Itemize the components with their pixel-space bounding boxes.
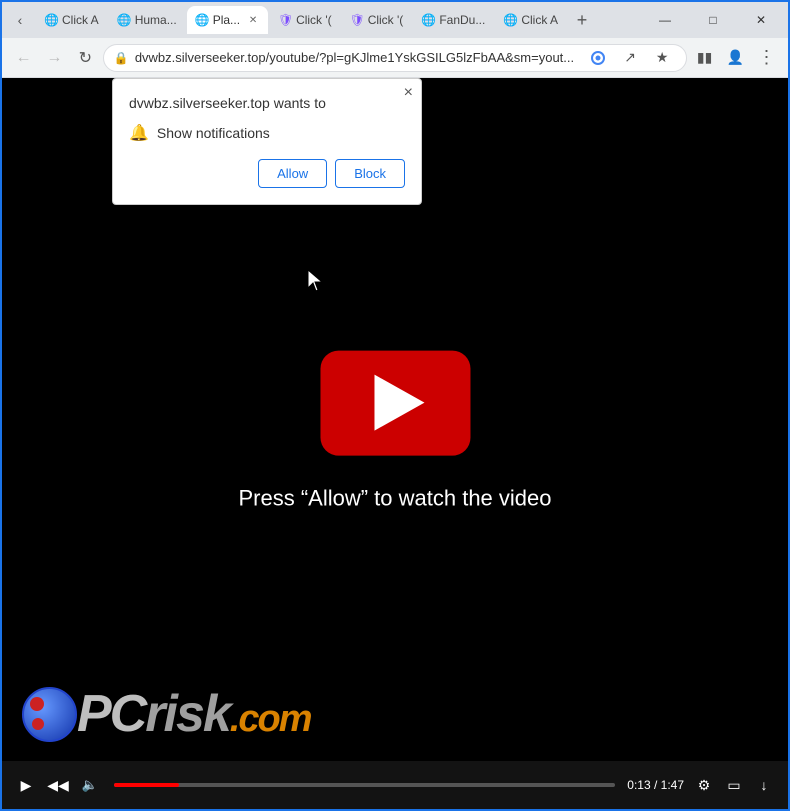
tab-6[interactable]: 🌐 FanDu... (413, 6, 493, 34)
close-button[interactable]: ✕ (738, 2, 784, 38)
tab2-label: Huma... (135, 13, 177, 27)
tab-7[interactable]: 🌐 Click A (495, 6, 566, 34)
tab7-favicon: 🌐 (503, 13, 517, 27)
settings-button[interactable]: ⚙ (692, 773, 716, 797)
tab4-label: Click '( (296, 13, 332, 27)
permission-text: Show notifications (157, 125, 270, 141)
watermark: PCrisk.com (2, 674, 788, 754)
time-total: 1:47 (661, 778, 684, 792)
lock-icon: 🔒 (114, 51, 129, 65)
tab1-label: Click A (62, 13, 99, 27)
google-lens-button[interactable] (584, 44, 612, 72)
tab1-favicon: 🌐 (44, 13, 58, 27)
download-button[interactable]: ↓ (752, 773, 776, 797)
time-display: 0:13 / 1:47 (627, 778, 684, 792)
tab5-label: Click '( (368, 13, 404, 27)
tab-1[interactable]: 🌐 Click A (36, 6, 107, 34)
maximize-button[interactable]: □ (690, 2, 736, 38)
extensions-button[interactable]: ▮▮ (691, 44, 718, 72)
tab-4[interactable]: 🛡 Click '( (270, 6, 340, 34)
forward-button[interactable]: → (41, 44, 68, 72)
skip-next-button[interactable]: ◀◀ (46, 773, 70, 797)
tab-3[interactable]: 🌐 Pla... ✕ (187, 6, 268, 34)
video-center: Press “Allow” to watch the video (238, 350, 551, 511)
popup-title: dvwbz.silverseeker.top wants to (129, 95, 405, 111)
tab2-favicon: 🌐 (117, 13, 131, 27)
tab6-favicon: 🌐 (421, 13, 435, 27)
address-actions: ↗ ★ (584, 44, 676, 72)
window-controls: — □ ✕ (642, 2, 784, 38)
youtube-play-button[interactable] (320, 350, 470, 455)
bookmark-button[interactable]: ★ (648, 44, 676, 72)
play-triangle-icon (374, 375, 424, 431)
progress-bar[interactable] (114, 783, 615, 787)
popup-permission: 🔔 Show notifications (129, 123, 405, 143)
tab3-favicon: 🌐 (195, 13, 209, 27)
mouse-cursor (308, 270, 324, 297)
bell-icon: 🔔 (129, 123, 149, 143)
allow-button[interactable]: Allow (258, 159, 327, 188)
time-current: 0:13 (627, 778, 650, 792)
tab3-close[interactable]: ✕ (246, 13, 260, 27)
title-bar: ‹ 🌐 Click A 🌐 Huma... 🌐 Pla... ✕ 🛡 Click… (2, 2, 788, 38)
volume-button[interactable]: 🔈 (78, 773, 102, 797)
tab5-favicon: 🛡 (350, 13, 364, 27)
reload-button[interactable]: ↻ (72, 44, 99, 72)
time-separator: / (654, 778, 661, 792)
content-area: × dvwbz.silverseeker.top wants to 🔔 Show… (2, 78, 788, 809)
address-text: dvwbz.silverseeker.top/youtube/?pl=gKJlm… (135, 50, 574, 65)
tab-5[interactable]: 🛡 Click '( (342, 6, 412, 34)
minimize-button[interactable]: — (642, 2, 688, 38)
back-button[interactable]: ← (10, 44, 37, 72)
popup-buttons: Allow Block (129, 159, 405, 188)
notification-popup: × dvwbz.silverseeker.top wants to 🔔 Show… (112, 78, 422, 205)
video-controls: ▶ ◀◀ 🔈 0:13 / 1:47 ⚙ ▭ ↓ (2, 761, 788, 809)
popup-close-button[interactable]: × (404, 85, 413, 101)
browser-menu-button[interactable]: ⋮ (753, 44, 780, 72)
play-pause-button[interactable]: ▶ (14, 773, 38, 797)
right-controls: ⚙ ▭ ↓ (692, 773, 776, 797)
tab-2[interactable]: 🌐 Huma... (109, 6, 185, 34)
tab4-favicon: 🛡 (278, 13, 292, 27)
video-prompt: Press “Allow” to watch the video (238, 485, 551, 511)
block-button[interactable]: Block (335, 159, 405, 188)
tab7-label: Click A (521, 13, 558, 27)
address-bar-row: ← → ↻ 🔒 dvwbz.silverseeker.top/youtube/?… (2, 38, 788, 78)
new-tab-button[interactable]: + (568, 6, 596, 34)
logo-text: PCrisk.com (77, 688, 311, 740)
logo-ball-icon (22, 687, 77, 742)
progress-fill (114, 783, 179, 787)
fullscreen-button[interactable]: ▭ (722, 773, 746, 797)
pcrisk-logo: PCrisk.com (22, 687, 311, 742)
share-button[interactable]: ↗ (616, 44, 644, 72)
browser-frame: ‹ 🌐 Click A 🌐 Huma... 🌐 Pla... ✕ 🛡 Click… (0, 0, 790, 811)
tab6-label: FanDu... (439, 13, 485, 27)
address-bar[interactable]: 🔒 dvwbz.silverseeker.top/youtube/?pl=gKJ… (103, 44, 687, 72)
profile-button[interactable]: 👤 (722, 44, 749, 72)
tab-scroll-left[interactable]: ‹ (6, 6, 34, 34)
tab3-label: Pla... (213, 13, 240, 27)
